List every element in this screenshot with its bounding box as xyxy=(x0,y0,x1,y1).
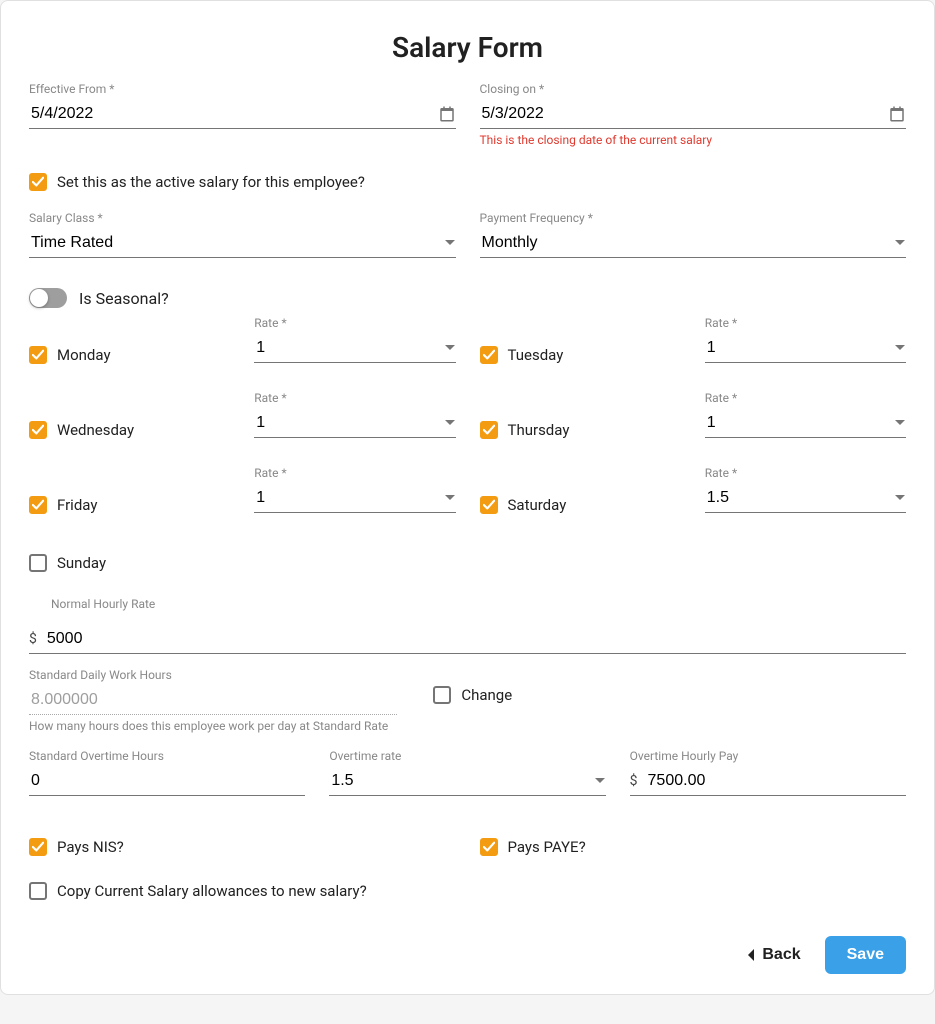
day-rate-value xyxy=(705,488,894,508)
currency-prefix: $ xyxy=(29,631,37,647)
ot-rate-label: Overtime rate xyxy=(329,749,605,763)
ot-rate-select[interactable] xyxy=(329,767,605,796)
chevron-down-icon xyxy=(444,239,456,247)
salary-class-label: Salary Class * xyxy=(29,211,456,225)
page-title: Salary Form xyxy=(29,31,906,64)
copy-allowances-label: Copy Current Salary allowances to new sa… xyxy=(57,882,367,900)
day-rate-select-wednesday[interactable] xyxy=(254,409,455,438)
payment-frequency-select[interactable] xyxy=(480,229,907,258)
ot-pay-field: Overtime Hourly Pay $ xyxy=(630,749,906,796)
chevron-down-icon xyxy=(444,344,456,352)
day-rate-value xyxy=(254,338,443,358)
day-rate-select-monday[interactable] xyxy=(254,334,455,363)
back-button[interactable]: Back xyxy=(740,945,806,965)
salary-class-value xyxy=(29,233,444,253)
std-ot-hours-label: Standard Overtime Hours xyxy=(29,749,305,763)
day-checkbox-tuesday[interactable] xyxy=(480,346,498,364)
save-button[interactable]: Save xyxy=(825,936,906,974)
day-checkbox-sunday[interactable] xyxy=(29,554,47,572)
active-salary-checkbox[interactable] xyxy=(29,173,47,191)
day-label: Monday xyxy=(57,346,111,364)
day-checkbox-thursday[interactable] xyxy=(480,421,498,439)
day-label: Sunday xyxy=(57,554,106,572)
active-salary-label: Set this as the active salary for this e… xyxy=(57,173,365,191)
hourly-rate-input[interactable] xyxy=(45,629,906,649)
back-button-label: Back xyxy=(762,946,800,964)
day-rate-value xyxy=(705,338,894,358)
seasonal-toggle[interactable] xyxy=(29,288,67,308)
calendar-icon[interactable] xyxy=(888,105,906,123)
ot-rate-value xyxy=(329,771,593,791)
ot-rate-field: Overtime rate xyxy=(329,749,605,796)
day-rate-select-saturday[interactable] xyxy=(705,484,906,513)
ot-pay-label: Overtime Hourly Pay xyxy=(630,749,906,763)
day-checkbox-wednesday[interactable] xyxy=(29,421,47,439)
payment-frequency-field: Payment Frequency * xyxy=(480,211,907,258)
rate-label: Rate * xyxy=(254,466,455,480)
std-ot-hours-field: Standard Overtime Hours xyxy=(29,749,305,796)
rate-label: Rate * xyxy=(705,316,906,330)
day-label: Thursday xyxy=(508,421,570,439)
closing-on-input[interactable] xyxy=(480,104,889,124)
chevron-down-icon xyxy=(894,419,906,427)
payment-frequency-label: Payment Frequency * xyxy=(480,211,907,225)
day-rate-value xyxy=(705,413,894,433)
std-ot-hours-input[interactable] xyxy=(29,771,305,791)
salary-form-card: Salary Form Effective From * Closing on … xyxy=(0,0,935,995)
currency-prefix: $ xyxy=(630,773,638,789)
day-label: Friday xyxy=(57,496,97,514)
day-label: Tuesday xyxy=(508,346,564,364)
chevron-down-icon xyxy=(894,344,906,352)
day-label: Saturday xyxy=(508,496,567,514)
day-checkbox-saturday[interactable] xyxy=(480,496,498,514)
closing-on-label: Closing on * xyxy=(480,82,907,96)
std-hours-input xyxy=(29,690,397,710)
std-hours-field: Standard Daily Work Hours How many hours… xyxy=(29,668,397,735)
seasonal-label: Is Seasonal? xyxy=(79,289,169,308)
closing-on-hint: This is the closing date of the current … xyxy=(480,133,907,147)
effective-from-label: Effective From * xyxy=(29,82,456,96)
pays-paye-checkbox[interactable] xyxy=(480,838,498,856)
save-button-label: Save xyxy=(847,946,884,963)
arrow-left-icon xyxy=(746,948,756,962)
day-checkbox-monday[interactable] xyxy=(29,346,47,364)
day-rate-select-friday[interactable] xyxy=(254,484,455,513)
salary-class-field: Salary Class * xyxy=(29,211,456,258)
day-checkbox-friday[interactable] xyxy=(29,496,47,514)
rate-label: Rate * xyxy=(254,316,455,330)
day-rate-select-tuesday[interactable] xyxy=(705,334,906,363)
day-rate-value xyxy=(254,413,443,433)
std-hours-label: Standard Daily Work Hours xyxy=(29,668,397,682)
chevron-down-icon xyxy=(894,239,906,247)
change-label: Change xyxy=(461,686,512,704)
pays-nis-label: Pays NIS? xyxy=(57,838,124,856)
closing-on-field: Closing on * This is the closing date of… xyxy=(480,82,907,147)
chevron-down-icon xyxy=(594,777,606,785)
rate-label: Rate * xyxy=(254,391,455,405)
salary-class-select[interactable] xyxy=(29,229,456,258)
pays-nis-checkbox[interactable] xyxy=(29,838,47,856)
chevron-down-icon xyxy=(444,494,456,502)
day-rate-select-thursday[interactable] xyxy=(705,409,906,438)
change-checkbox[interactable] xyxy=(433,686,451,704)
ot-pay-input[interactable] xyxy=(646,771,906,791)
day-rate-value xyxy=(254,488,443,508)
chevron-down-icon xyxy=(894,494,906,502)
calendar-icon[interactable] xyxy=(438,105,456,123)
effective-from-input[interactable] xyxy=(29,104,438,124)
payment-frequency-value xyxy=(480,233,895,253)
pays-paye-label: Pays PAYE? xyxy=(508,838,586,856)
std-hours-hint: How many hours does this employee work p… xyxy=(29,719,397,735)
day-label: Wednesday xyxy=(57,421,134,439)
hourly-rate-label: Normal Hourly Rate xyxy=(51,597,906,611)
effective-from-field: Effective From * xyxy=(29,82,456,147)
rate-label: Rate * xyxy=(705,391,906,405)
copy-allowances-checkbox[interactable] xyxy=(29,882,47,900)
rate-label: Rate * xyxy=(705,466,906,480)
chevron-down-icon xyxy=(444,419,456,427)
